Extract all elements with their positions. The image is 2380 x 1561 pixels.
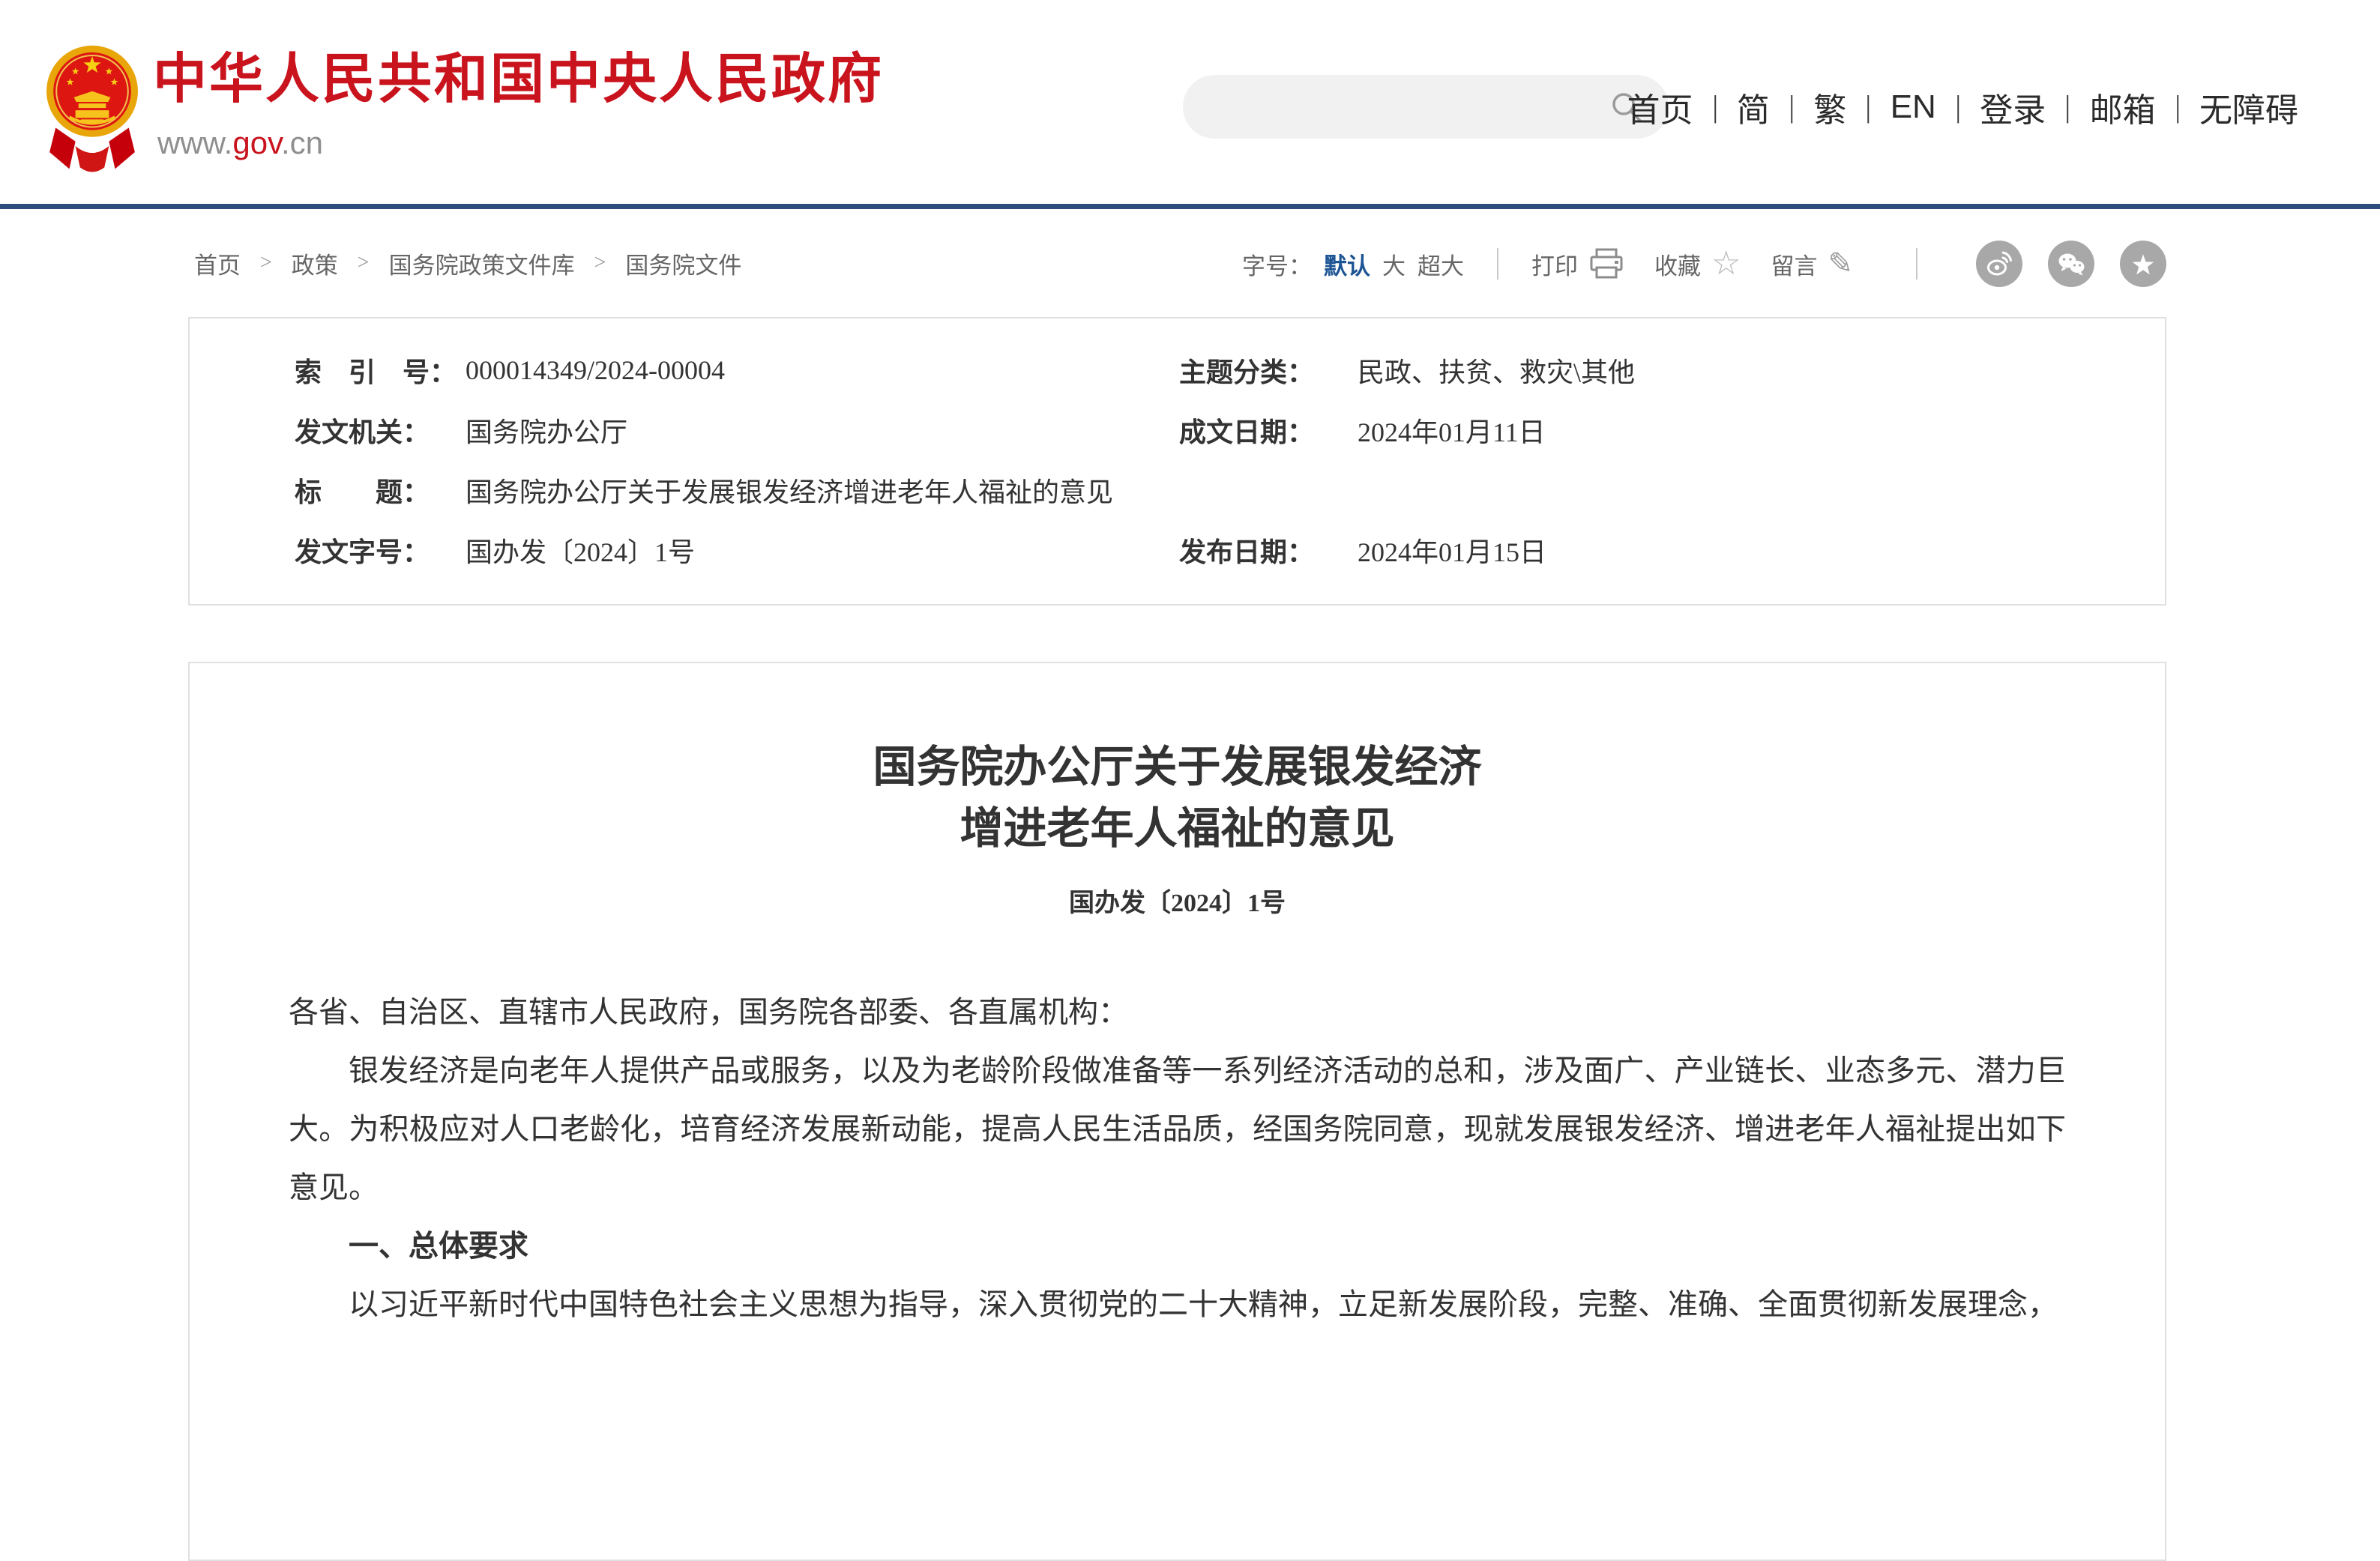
site-url-cn: .cn <box>281 125 323 160</box>
breadcrumb-state-council-docs[interactable]: 国务院文件 <box>625 247 741 280</box>
meta-docnum-value: 国办发〔2024〕1号 <box>466 531 1179 570</box>
font-size-large[interactable]: 大 <box>1382 247 1406 281</box>
search-input[interactable] <box>1213 85 1604 130</box>
breadcrumb-policy-library[interactable]: 国务院政策文件库 <box>389 247 575 280</box>
nav-login[interactable]: 登录 <box>1962 83 2064 131</box>
nav-separator: | <box>1956 91 1960 124</box>
meta-date-written-value: 2024年01月11日 <box>1358 411 2165 450</box>
document-body: 各省、自治区、直辖市人民政府，国务院各部委、各直属机构： 银发经济是向老年人提供… <box>289 983 2066 1334</box>
meta-date-written-label: 成文日期： <box>1179 411 1358 450</box>
toolbar-divider <box>1916 248 1917 280</box>
font-size-label: 字号： <box>1242 247 1312 281</box>
paragraph-salutation: 各省、自治区、直辖市人民政府，国务院各部委、各直属机构： <box>289 983 2066 1042</box>
meta-issuer-label: 发文机关： <box>295 411 466 450</box>
nav-accessibility[interactable]: 无障碍 <box>2181 83 2316 131</box>
print-button[interactable]: 打印 <box>1531 247 1624 281</box>
wechat-share-icon[interactable] <box>2048 241 2094 287</box>
nav-home[interactable]: 首页 <box>1609 83 1711 131</box>
meta-index-value: 000014349/2024-00004 <box>466 354 1179 386</box>
breadcrumb-separator: > <box>594 251 606 275</box>
top-nav: 首页| 简| 繁| EN| 登录| 邮箱| 无障碍 <box>1609 84 2316 130</box>
meta-issuer-value: 国务院办公厅 <box>466 411 1179 450</box>
national-emblem-icon[interactable] <box>45 31 139 175</box>
document-number: 国办发〔2024〕1号 <box>289 882 2066 919</box>
metadata-row: 标 题： 国务院办公厅关于发展银发经济增进老年人福祉的意见 <box>295 460 2165 520</box>
favorite-label: 收藏 <box>1654 247 1701 281</box>
page-toolbar: 字号： 默认 大 超大 打印 收藏 ☆ 留言 ✎ <box>1242 240 2166 288</box>
printer-icon <box>1588 248 1624 280</box>
share-buttons <box>1950 241 2166 287</box>
nav-separator: | <box>1789 91 1794 124</box>
meta-index-label: 索 引 号： <box>295 351 466 390</box>
comment-label: 留言 <box>1771 247 1817 281</box>
metadata-row: 索 引 号： 000014349/2024-00004 主题分类： 民政、扶贫、… <box>295 340 2165 400</box>
nav-separator: | <box>2065 91 2070 124</box>
nav-mail[interactable]: 邮箱 <box>2072 83 2174 131</box>
site-header: 中华人民共和国中央人民政府 www.gov.cn 首页| 简| 繁| EN| 登… <box>0 0 2380 209</box>
paragraph-section-heading: 一、总体要求 <box>289 1217 2066 1275</box>
nav-separator: | <box>2175 91 2180 124</box>
font-size-default[interactable]: 默认 <box>1324 247 1370 281</box>
paragraph-intro: 银发经济是向老年人提供产品或服务，以及为老龄阶段做准备等一系列经济活动的总和，涉… <box>289 1042 2066 1217</box>
toolbar-divider <box>1497 248 1498 280</box>
breadcrumb-home[interactable]: 首页 <box>194 247 241 280</box>
site-url: www.gov.cn <box>157 127 323 159</box>
breadcrumb-separator: > <box>260 251 272 275</box>
site-url-www: www. <box>157 125 232 160</box>
favorite-button[interactable]: 收藏 ☆ <box>1654 247 1741 281</box>
metadata-row: 发文字号： 国办发〔2024〕1号 发布日期： 2024年01月15日 <box>295 520 2165 580</box>
meta-title-value: 国务院办公厅关于发展银发经济增进老年人福祉的意见 <box>466 471 1179 510</box>
font-size-xlarge[interactable]: 超大 <box>1418 247 1464 281</box>
document-title: 国务院办公厅关于发展银发经济 增进老年人福祉的意见 <box>289 737 2066 860</box>
breadcrumb: 首页 > 政策 > 国务院政策文件库 > 国务院文件 <box>194 241 741 285</box>
print-label: 打印 <box>1531 247 1578 281</box>
meta-date-published-label: 发布日期： <box>1179 531 1358 570</box>
nav-separator: | <box>1713 91 1717 124</box>
nav-separator: | <box>1866 91 1870 124</box>
nav-simplified[interactable]: 简 <box>1719 83 1788 131</box>
meta-topic-label: 主题分类： <box>1179 351 1358 390</box>
pencil-icon: ✎ <box>1828 249 1853 279</box>
document-content-box: 国务院办公厅关于发展银发经济 增进老年人福祉的意见 国办发〔2024〕1号 各省… <box>188 662 2166 1561</box>
qzone-share-icon[interactable] <box>2120 241 2166 287</box>
star-icon: ☆ <box>1711 247 1741 280</box>
paragraph-guiding-ideology: 以习近平新时代中国特色社会主义思想为指导，深入贯彻党的二十大精神，立足新发展阶段… <box>289 1275 2066 1334</box>
meta-date-published-value: 2024年01月15日 <box>1358 531 2165 570</box>
document-title-line1: 国务院办公厅关于发展银发经济 <box>289 737 2066 798</box>
nav-english[interactable]: EN <box>1873 88 1954 126</box>
nav-traditional[interactable]: 繁 <box>1795 83 1864 131</box>
breadcrumb-separator: > <box>358 251 370 275</box>
document-metadata-box: 索 引 号： 000014349/2024-00004 主题分类： 民政、扶贫、… <box>188 317 2166 606</box>
breadcrumb-policy[interactable]: 政策 <box>292 247 338 280</box>
meta-docnum-label: 发文字号： <box>295 531 466 570</box>
document-title-line2: 增进老年人福祉的意见 <box>289 798 2066 860</box>
weibo-share-icon[interactable] <box>1976 241 2022 287</box>
metadata-row: 发文机关： 国务院办公厅 成文日期： 2024年01月11日 <box>295 400 2165 460</box>
meta-topic-value: 民政、扶贫、救灾\其他 <box>1358 351 2165 390</box>
meta-title-label: 标 题： <box>295 471 466 510</box>
comment-button[interactable]: 留言 ✎ <box>1771 247 1853 281</box>
site-url-gov: gov <box>232 125 281 160</box>
search-bar <box>1183 75 1669 139</box>
site-title[interactable]: 中华人民共和国中央人民政府 <box>153 52 884 106</box>
